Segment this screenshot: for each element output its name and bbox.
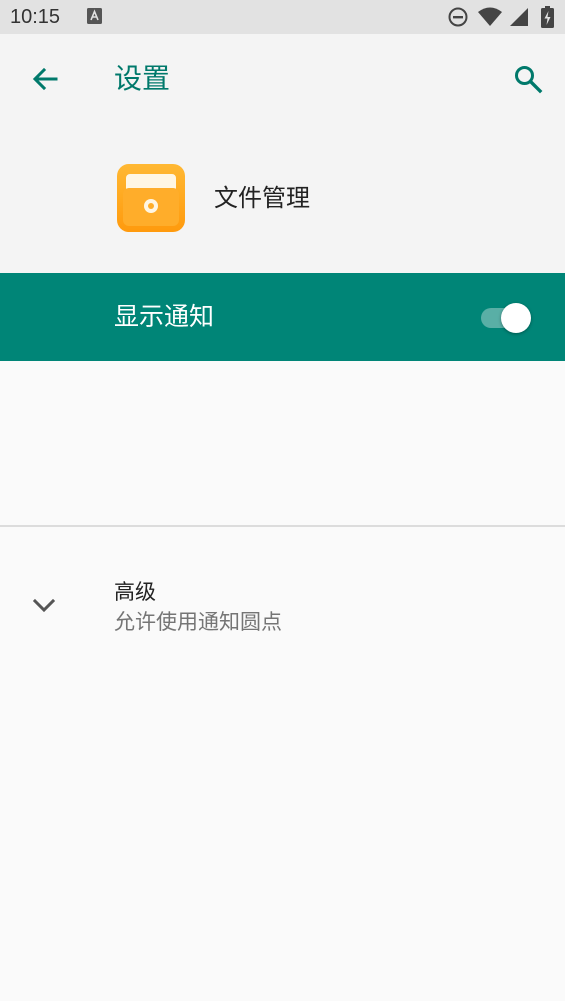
show-notifications-label: 显示通知 xyxy=(114,302,215,331)
advanced-summary: 允许使用通知圆点 xyxy=(114,610,282,634)
advanced-row[interactable]: 高级 允许使用通知圆点 xyxy=(0,560,565,656)
divider xyxy=(0,525,565,527)
do-not-disturb-icon xyxy=(448,7,468,27)
advanced-title: 高级 xyxy=(114,580,156,604)
settings-screen: 10:15 设置 文件管理 显示通知 高级 允许使用通知圆点 xyxy=(0,0,565,1001)
file-manager-app-icon xyxy=(117,164,185,232)
status-bar: 10:15 xyxy=(0,0,565,34)
cell-signal-icon xyxy=(510,8,528,26)
wifi-icon xyxy=(478,7,502,26)
status-icons xyxy=(447,6,557,28)
status-time: 10:15 xyxy=(10,6,61,28)
page-title: 设置 xyxy=(114,62,171,95)
search-button[interactable] xyxy=(505,56,551,102)
show-notifications-toggle-row[interactable]: 显示通知 xyxy=(0,273,565,361)
search-icon xyxy=(515,66,543,94)
back-button[interactable] xyxy=(22,56,68,102)
switch-thumb xyxy=(501,303,531,333)
notification-a-icon xyxy=(87,8,102,24)
chevron-down-icon xyxy=(32,598,56,613)
battery-charging-icon xyxy=(541,6,554,28)
show-notifications-switch[interactable] xyxy=(481,303,537,333)
app-name: 文件管理 xyxy=(214,184,310,212)
app-header: 文件管理 xyxy=(0,124,565,273)
arrow-back-icon xyxy=(32,67,58,91)
app-bar: 设置 xyxy=(0,34,565,124)
